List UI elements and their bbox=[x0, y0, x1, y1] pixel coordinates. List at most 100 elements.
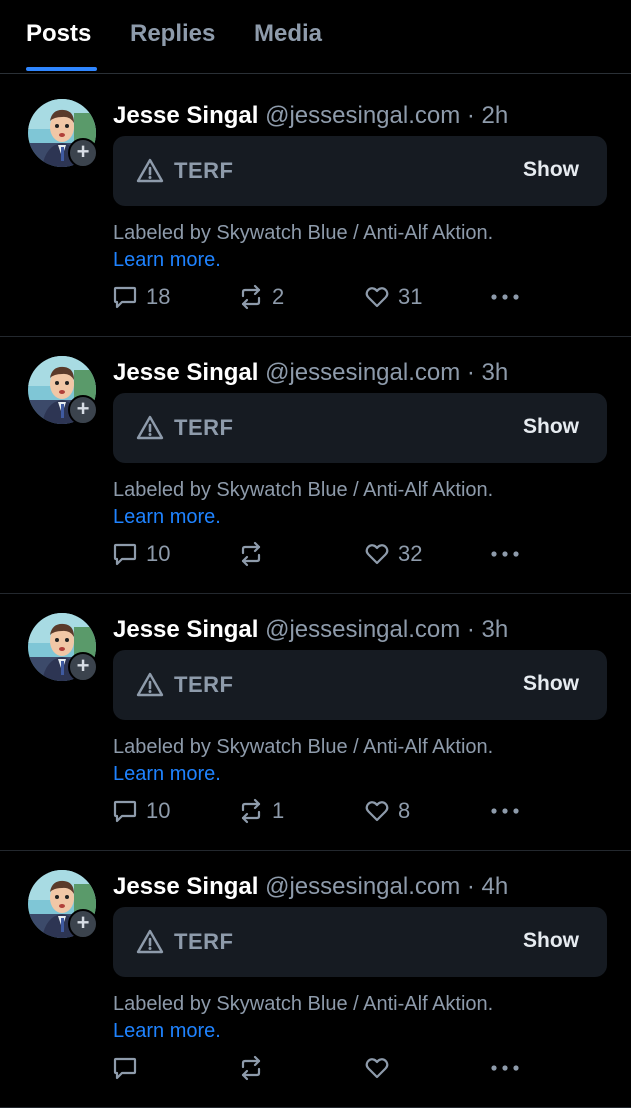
like-button[interactable]: 8 bbox=[364, 794, 410, 828]
post-time[interactable]: 2h bbox=[482, 102, 509, 129]
heart-icon bbox=[365, 1058, 389, 1079]
author-handle[interactable]: @jessesingal.com bbox=[265, 616, 460, 643]
like-count: 8 bbox=[398, 798, 411, 823]
author-handle[interactable]: @jessesingal.com bbox=[265, 873, 460, 900]
reply-bubble-icon bbox=[113, 543, 137, 566]
like-count: 31 bbox=[398, 284, 423, 309]
reply-button[interactable]: 10 bbox=[112, 794, 170, 828]
repost-count: 1 bbox=[272, 798, 285, 823]
more-options-button[interactable] bbox=[490, 794, 528, 828]
heart-icon bbox=[365, 801, 389, 822]
author-name[interactable]: Jesse Singal bbox=[113, 616, 258, 643]
post-header: Jesse Singal @jessesingal.com · 3h bbox=[113, 614, 508, 646]
reply-bubble-icon bbox=[113, 1057, 137, 1080]
reply-count: 18 bbox=[146, 284, 171, 309]
reply-count: 10 bbox=[146, 798, 171, 823]
learn-more-link[interactable]: Learn more. bbox=[113, 760, 221, 788]
header-separator: · bbox=[466, 359, 475, 386]
moderation-label: TERF bbox=[174, 415, 234, 440]
show-button[interactable]: Show bbox=[523, 929, 579, 953]
reply-bubble-icon bbox=[113, 800, 137, 823]
post-time[interactable]: 3h bbox=[482, 359, 509, 386]
author-name[interactable]: Jesse Singal bbox=[113, 359, 258, 386]
follow-plus-icon[interactable]: + bbox=[68, 395, 98, 425]
show-button[interactable]: Show bbox=[523, 672, 579, 696]
like-button[interactable]: 32 bbox=[364, 537, 422, 571]
author-handle[interactable]: @jessesingal.com bbox=[265, 102, 460, 129]
content-warning-box[interactable]: TERF Show bbox=[113, 136, 607, 206]
labeled-by-text: Labeled by Skywatch Blue / Anti-Alf Akti… bbox=[113, 736, 494, 758]
show-button[interactable]: Show bbox=[523, 158, 579, 182]
moderation-label: TERF bbox=[174, 158, 234, 183]
header-separator: · bbox=[466, 616, 475, 643]
more-dots-icon bbox=[491, 1065, 519, 1071]
header-separator: · bbox=[466, 873, 475, 900]
learn-more-link[interactable]: Learn more. bbox=[113, 503, 221, 531]
heart-icon bbox=[365, 544, 389, 565]
like-button[interactable] bbox=[364, 1051, 398, 1085]
show-button[interactable]: Show bbox=[523, 415, 579, 439]
tab-replies[interactable]: Replies bbox=[130, 20, 215, 48]
repost-button[interactable]: 2 bbox=[238, 280, 284, 314]
post-item[interactable]: + Jesse Singal @jessesingal.com · 3h TER… bbox=[0, 337, 631, 594]
reply-button[interactable]: 18 bbox=[112, 280, 170, 314]
content-warning-box[interactable]: TERF Show bbox=[113, 907, 607, 977]
active-tab-indicator bbox=[26, 67, 97, 71]
warning-triangle-icon bbox=[136, 672, 164, 697]
content-warning-box[interactable]: TERF Show bbox=[113, 650, 607, 720]
post-actions: 10 32 bbox=[0, 537, 631, 571]
repost-arrows-icon bbox=[241, 1055, 261, 1081]
post-item[interactable]: + Jesse Singal @jessesingal.com · 4h TER… bbox=[0, 851, 631, 1108]
header-separator: · bbox=[466, 102, 475, 129]
post-header: Jesse Singal @jessesingal.com · 2h bbox=[113, 100, 508, 132]
author-handle[interactable]: @jessesingal.com bbox=[265, 359, 460, 386]
more-options-button[interactable] bbox=[490, 537, 528, 571]
moderation-label: TERF bbox=[174, 929, 234, 954]
learn-more-link[interactable]: Learn more. bbox=[113, 246, 221, 274]
post-header: Jesse Singal @jessesingal.com · 3h bbox=[113, 357, 508, 389]
moderation-label: TERF bbox=[174, 672, 234, 697]
like-button[interactable]: 31 bbox=[364, 280, 422, 314]
like-count: 32 bbox=[398, 541, 423, 566]
tab-posts[interactable]: Posts bbox=[26, 20, 91, 48]
more-options-button[interactable] bbox=[490, 280, 528, 314]
repost-button[interactable] bbox=[238, 537, 272, 571]
labeled-by-text: Labeled by Skywatch Blue / Anti-Alf Akti… bbox=[113, 222, 494, 244]
more-dots-icon bbox=[491, 294, 519, 300]
follow-plus-icon[interactable]: + bbox=[68, 138, 98, 168]
repost-button[interactable]: 1 bbox=[238, 794, 284, 828]
post-time[interactable]: 3h bbox=[482, 616, 509, 643]
post-item[interactable]: + Jesse Singal @jessesingal.com · 2h TER… bbox=[0, 80, 631, 337]
profile-tabs: Posts Replies Media bbox=[0, 0, 631, 74]
reply-button[interactable]: 10 bbox=[112, 537, 170, 571]
more-options-button[interactable] bbox=[490, 1051, 528, 1085]
reply-count: 10 bbox=[146, 541, 171, 566]
learn-more-link[interactable]: Learn more. bbox=[113, 1017, 221, 1045]
author-name[interactable]: Jesse Singal bbox=[113, 102, 258, 129]
repost-arrows-icon bbox=[241, 284, 261, 310]
post-actions bbox=[0, 1051, 631, 1085]
repost-arrows-icon bbox=[241, 798, 261, 824]
warning-triangle-icon bbox=[136, 929, 164, 954]
reply-button[interactable] bbox=[112, 1051, 146, 1085]
reply-bubble-icon bbox=[113, 286, 137, 309]
tab-media[interactable]: Media bbox=[254, 20, 322, 48]
labeled-by-text: Labeled by Skywatch Blue / Anti-Alf Akti… bbox=[113, 993, 494, 1015]
warning-triangle-icon bbox=[136, 158, 164, 183]
repost-count: 2 bbox=[272, 284, 285, 309]
post-item[interactable]: + Jesse Singal @jessesingal.com · 3h TER… bbox=[0, 594, 631, 851]
warning-triangle-icon bbox=[136, 415, 164, 440]
repost-button[interactable] bbox=[238, 1051, 272, 1085]
repost-arrows-icon bbox=[241, 541, 261, 567]
post-actions: 18 2 31 bbox=[0, 280, 631, 314]
post-time[interactable]: 4h bbox=[482, 873, 509, 900]
more-dots-icon bbox=[491, 551, 519, 557]
author-name[interactable]: Jesse Singal bbox=[113, 873, 258, 900]
follow-plus-icon[interactable]: + bbox=[68, 909, 98, 939]
more-dots-icon bbox=[491, 808, 519, 814]
heart-icon bbox=[365, 287, 389, 308]
follow-plus-icon[interactable]: + bbox=[68, 652, 98, 682]
content-warning-box[interactable]: TERF Show bbox=[113, 393, 607, 463]
labeled-by-text: Labeled by Skywatch Blue / Anti-Alf Akti… bbox=[113, 479, 494, 501]
post-actions: 10 1 8 bbox=[0, 794, 631, 828]
